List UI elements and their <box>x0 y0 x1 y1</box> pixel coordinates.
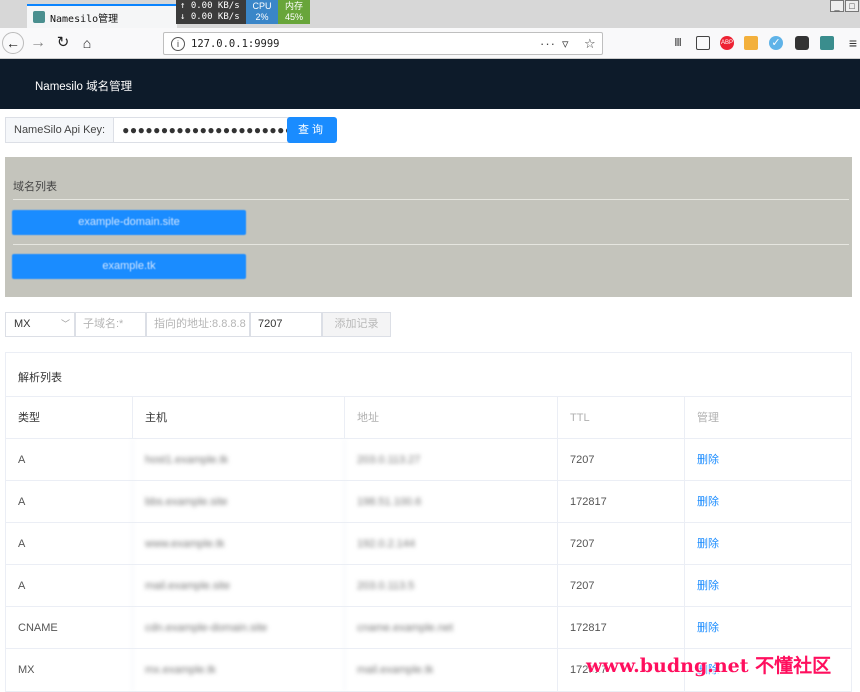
memory-monitor: 内存 45% <box>278 0 310 24</box>
record-ttl: 7207 <box>557 439 684 481</box>
network-monitor: ↑ 0.00 KB/s ↓ 0.00 KB/s <box>176 0 246 24</box>
table-header-row: 类型 主机 地址 TTL 管理 <box>6 396 851 439</box>
app-header: Namesilo 域名管理 <box>0 59 860 109</box>
record-host: cdn.example-domain.site <box>132 607 344 649</box>
record-type-select[interactable]: MX ﹀ <box>5 312 75 337</box>
chevron-down-icon: ﹀ <box>60 319 70 329</box>
cpu-label: CPU <box>252 1 272 11</box>
record-ttl: 7207 <box>557 565 684 607</box>
adblock-icon[interactable]: ABP <box>720 36 734 50</box>
table-row: CNAME cdn.example-domain.site cname.exam… <box>6 606 851 649</box>
record-ttl: 7207 <box>557 523 684 565</box>
table-row: A bbs.example.site 198.51.100.6 172817 删… <box>6 480 851 523</box>
record-host: bbs.example.site <box>132 481 344 523</box>
reload-icon[interactable]: ↻ <box>52 32 74 54</box>
table-row: A mail.example.site 203.0.113.5 7207 删除 <box>6 564 851 607</box>
record-host: www.example.tk <box>132 523 344 565</box>
record-address: mail.example.tk <box>344 649 557 691</box>
tab-title: Namesilo管理 <box>50 13 119 25</box>
extension-app-icon[interactable] <box>820 36 834 50</box>
tab-favicon-icon <box>33 11 45 23</box>
column-header-address: 地址 <box>344 397 557 439</box>
delete-link[interactable]: 删除 <box>684 481 851 523</box>
records-title: 解析列表 <box>18 372 62 384</box>
page-actions-icon[interactable]: ··· <box>540 36 556 51</box>
net-download: 0.00 KB/s <box>190 12 240 22</box>
record-ttl: 172817 <box>557 481 684 523</box>
api-key-label: NameSilo Api Key: <box>5 117 114 143</box>
record-address: 203.0.113.27 <box>344 439 557 481</box>
browser-tab[interactable]: Namesilo管理 <box>27 4 177 28</box>
record-type: MX <box>18 664 35 676</box>
records-table: 类型 主机 地址 TTL 管理 A host1.example.tk 203.0… <box>6 396 851 691</box>
records-panel: 解析列表 类型 主机 地址 TTL 管理 A host1.example.tk … <box>5 352 852 692</box>
window-minimize-button[interactable]: _ <box>830 0 844 12</box>
record-type: A <box>18 580 26 592</box>
address-bar[interactable]: i 127.0.0.1:9999 ··· ▿ ☆ <box>163 32 603 55</box>
divider <box>13 244 849 245</box>
cpu-value: 2% <box>255 12 269 22</box>
back-arrow-icon[interactable]: ← <box>2 32 24 54</box>
forward-arrow-icon[interactable]: → <box>27 32 49 54</box>
api-key-input[interactable]: ●●●●●●●●●●●●●●●●●●●●●● <box>113 117 292 143</box>
site-watermark: www.budng.net 不懂社区 <box>586 655 832 677</box>
record-host: mx.example.tk <box>132 649 344 691</box>
record-type-value: MX <box>14 318 31 330</box>
add-record-button[interactable]: 添加记录 <box>322 312 391 337</box>
delete-link[interactable]: 删除 <box>684 523 851 565</box>
column-header-manage: 管理 <box>684 397 851 439</box>
column-header-ttl: TTL <box>557 397 684 439</box>
record-type: A <box>18 538 26 550</box>
record-address: 192.0.2.144 <box>344 523 557 565</box>
net-upload: 0.00 KB/s <box>190 1 240 11</box>
column-header-type: 类型 <box>18 412 40 424</box>
delete-link[interactable]: 删除 <box>684 439 851 481</box>
query-button[interactable]: 查询 <box>287 117 337 143</box>
domain-button[interactable]: example.tk <box>12 254 246 279</box>
record-ttl: 172817 <box>557 607 684 649</box>
record-type: CNAME <box>18 622 58 634</box>
sidebar-icon[interactable] <box>696 36 710 50</box>
browser-navbar: ← → ↻ ⌂ i 127.0.0.1:9999 ··· ▿ ☆ Ⅲ ABP ✓… <box>0 28 860 59</box>
extension-mask-icon[interactable] <box>795 36 809 50</box>
divider <box>13 199 849 200</box>
home-icon[interactable]: ⌂ <box>76 32 98 54</box>
library-icon[interactable]: Ⅲ <box>671 36 685 50</box>
ttl-input[interactable]: 7207 <box>250 312 322 337</box>
domain-button[interactable]: example-domain.site <box>12 210 246 235</box>
record-host: host1.example.tk <box>132 439 344 481</box>
memory-label: 内存 <box>284 1 303 11</box>
window-maximize-button[interactable]: □ <box>845 0 859 12</box>
app-title: Namesilo 域名管理 <box>35 81 133 93</box>
record-address: cname.example.net <box>344 607 557 649</box>
delete-link[interactable]: 删除 <box>684 565 851 607</box>
delete-link[interactable]: 删除 <box>684 607 851 649</box>
extension-check-icon[interactable]: ✓ <box>769 36 783 50</box>
column-header-host: 主机 <box>132 397 344 439</box>
address-input[interactable]: 指向的地址:8.8.8.8 <box>146 312 250 337</box>
record-type: A <box>18 454 26 466</box>
menu-hamburger-icon[interactable]: ≡ <box>846 36 860 50</box>
record-type: A <box>18 496 26 508</box>
record-host: mail.example.site <box>132 565 344 607</box>
browser-tabstrip: Namesilo管理 ↑ 0.00 KB/s ↓ 0.00 KB/s CPU 2… <box>0 0 860 28</box>
extension-befa-icon[interactable] <box>744 36 758 50</box>
domain-list-title: 域名列表 <box>13 181 57 193</box>
table-row: A www.example.tk 192.0.2.144 7207 删除 <box>6 522 851 565</box>
subdomain-input[interactable]: 子域名:* <box>75 312 146 337</box>
url-text[interactable]: 127.0.0.1:9999 <box>191 38 280 50</box>
record-address: 203.0.113.5 <box>344 565 557 607</box>
memory-value: 45% <box>284 12 303 22</box>
domain-list-panel: 域名列表 example-domain.site example.tk <box>5 157 852 297</box>
table-row: A host1.example.tk 203.0.113.27 7207 删除 <box>6 438 851 481</box>
cpu-monitor: CPU 2% <box>246 0 278 24</box>
api-key-group: NameSilo Api Key: ●●●●●●●●●●●●●●●●●●●●●● <box>5 117 292 143</box>
record-address: 198.51.100.6 <box>344 481 557 523</box>
site-info-icon[interactable]: i <box>171 36 185 51</box>
bookmark-star-icon[interactable]: ☆ <box>584 36 596 52</box>
pocket-icon[interactable]: ▿ <box>562 36 569 52</box>
